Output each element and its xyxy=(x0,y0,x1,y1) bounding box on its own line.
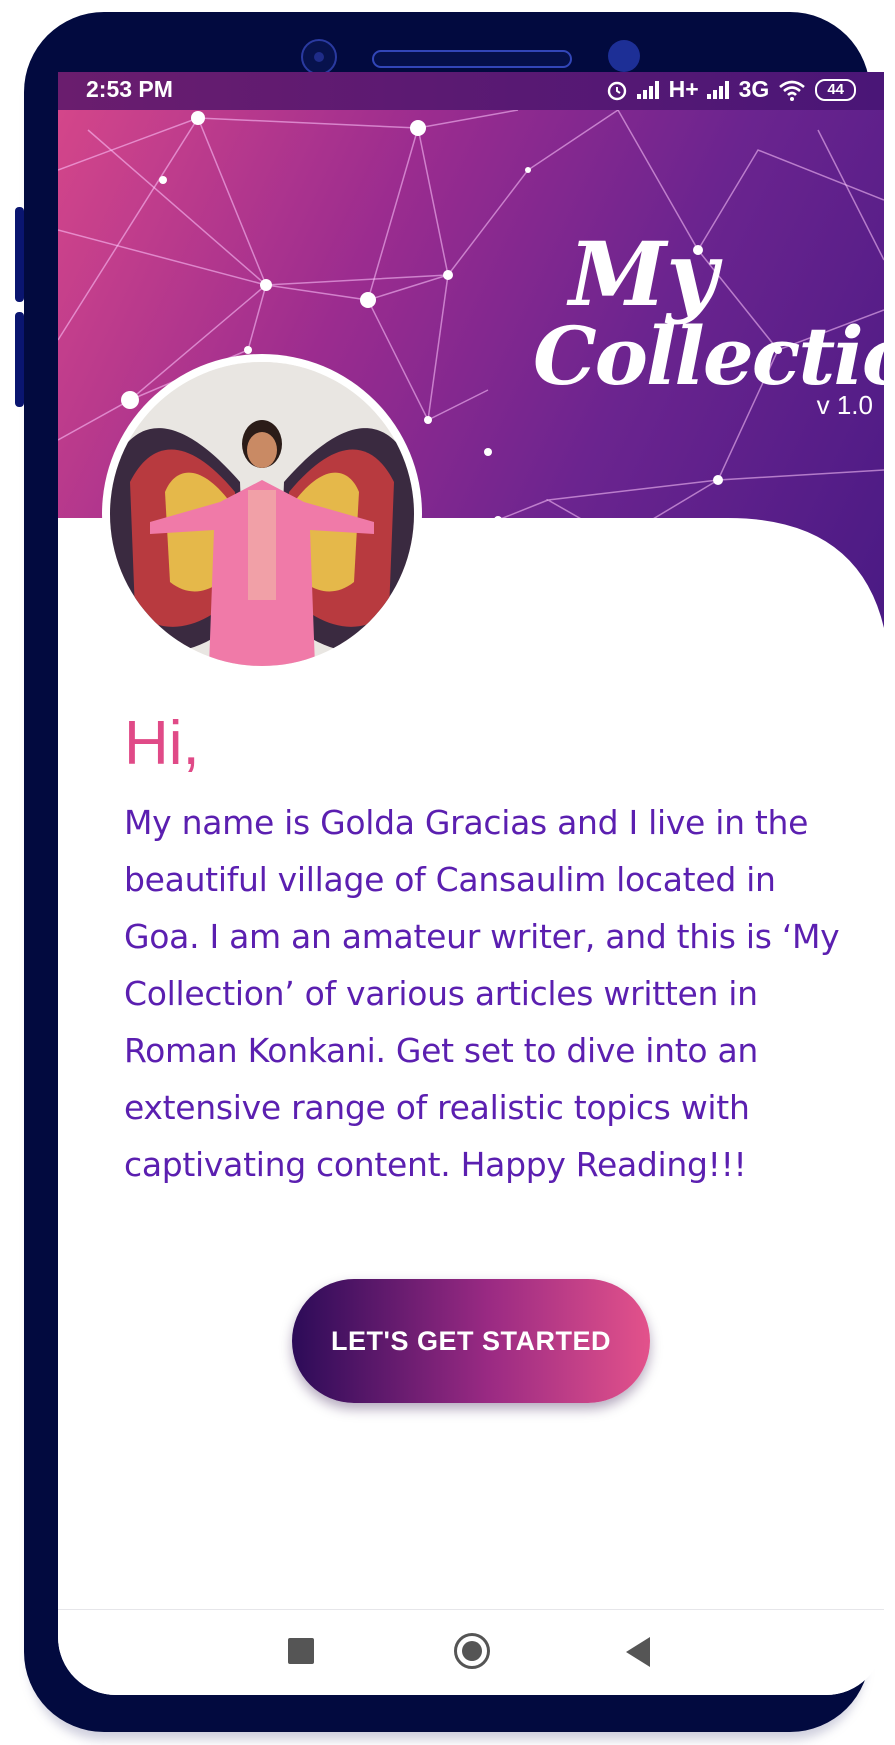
profile-avatar xyxy=(102,354,422,674)
phone-frame: 2:53 PM H+ 3G 44 My Collecti v 1.0 Hi, M… xyxy=(15,12,884,1732)
home-icon[interactable] xyxy=(454,1633,490,1669)
greeting-heading: Hi, xyxy=(124,709,200,778)
signal-icon xyxy=(706,80,731,99)
front-sensor xyxy=(301,39,337,75)
earpiece-speaker xyxy=(372,50,572,68)
status-time: 2:53 PM xyxy=(86,76,173,102)
front-camera xyxy=(608,40,640,72)
recents-icon[interactable] xyxy=(288,1638,314,1664)
alarm-icon xyxy=(607,81,626,100)
status-bar: 2:53 PM H+ 3G 44 xyxy=(58,72,884,110)
system-nav-bar xyxy=(58,1609,884,1695)
network-type-2: 3G xyxy=(738,76,770,102)
signal-icon xyxy=(636,80,661,99)
logo-line-1: My xyxy=(569,222,718,326)
volume-up-key xyxy=(15,207,24,302)
app-screen: 2:53 PM H+ 3G 44 My Collecti v 1.0 Hi, M… xyxy=(58,72,884,1695)
get-started-button[interactable]: LET'S GET STARTED xyxy=(292,1279,650,1403)
wifi-icon xyxy=(779,80,806,101)
logo-line-2: Collection xyxy=(533,309,884,403)
network-type-1: H+ xyxy=(668,76,699,102)
profile-photo xyxy=(110,362,414,666)
battery-icon: 44 xyxy=(815,78,856,101)
app-logo: My Collection v 1.0 xyxy=(533,222,884,421)
volume-down-key xyxy=(15,312,24,407)
back-icon[interactable] xyxy=(626,1637,650,1667)
intro-paragraph: My name is Golda Gracias and I live in t… xyxy=(124,803,840,1184)
